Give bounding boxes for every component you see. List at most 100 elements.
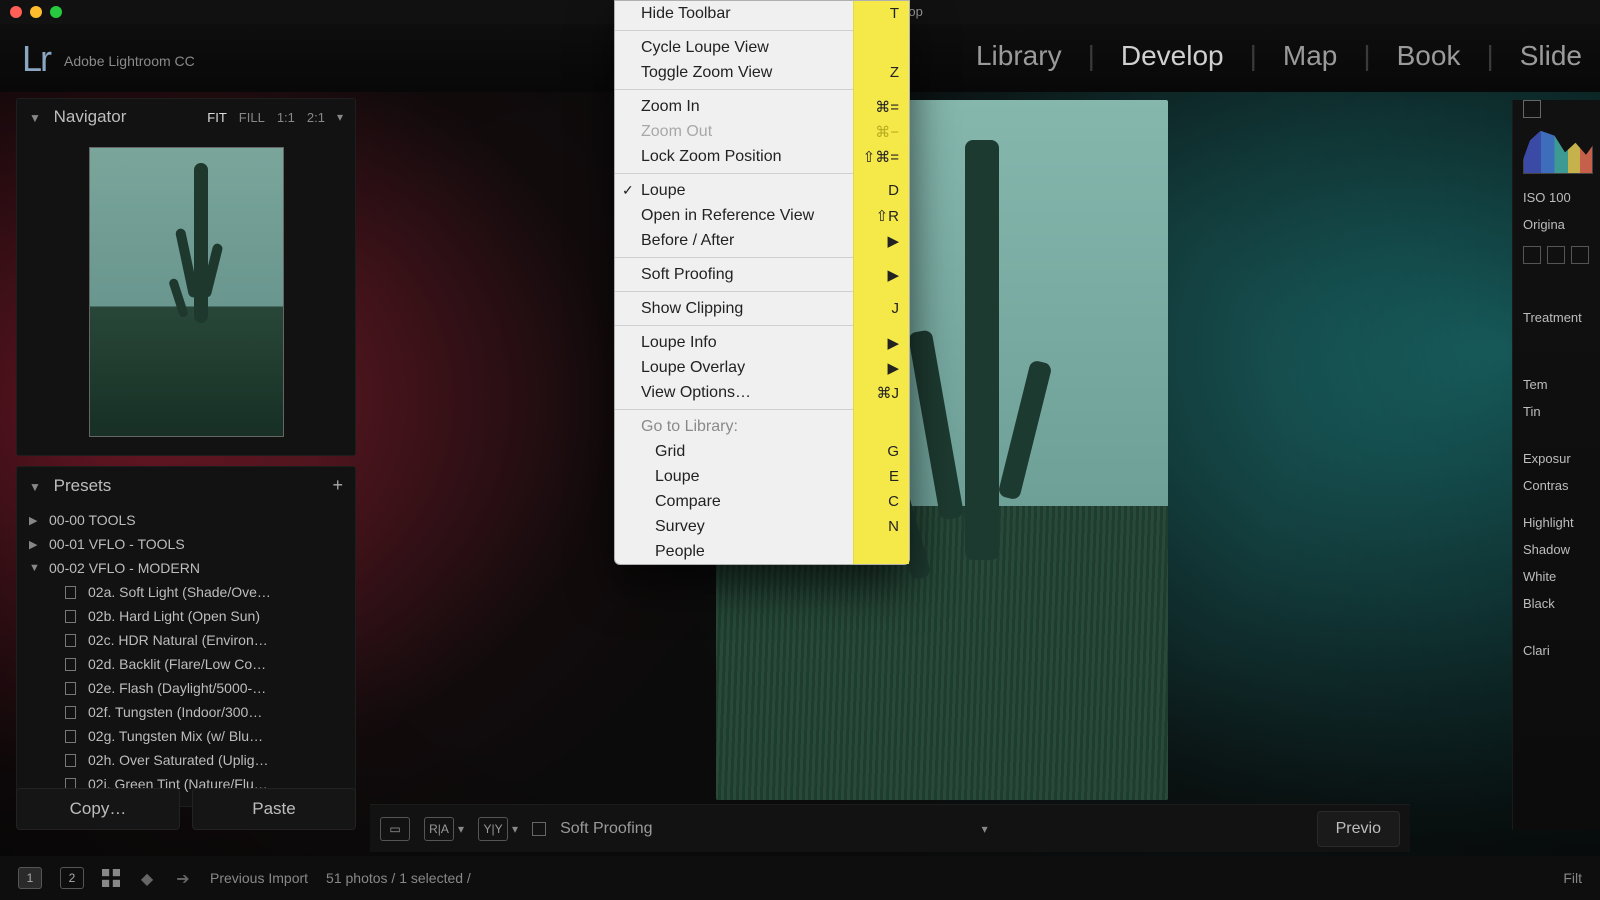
submenu-arrow-icon: ▶ [887,232,899,250]
navigator-label: Navigator [54,107,127,126]
go-forward-icon[interactable]: ➔ [174,869,192,887]
disclosure-triangle-icon[interactable]: ▼ [29,111,41,125]
preset-folder[interactable]: ▶00-00 TOOLS [23,508,349,532]
menu-item[interactable]: Loupe Overlay▶ [615,355,909,380]
preset-page-icon [65,682,76,695]
zoom-fill[interactable]: FILL [239,110,265,125]
disclosure-triangle-icon[interactable]: ▼ [29,480,41,494]
preset-folder[interactable]: ▶00-01 VFLO - TOOLS [23,532,349,556]
menu-item[interactable]: Zoom In⌘= [615,94,909,119]
zoom-fit[interactable]: FIT [207,110,227,125]
brand: Lr Adobe Lightroom CC [22,38,195,80]
menu-item[interactable]: CompareC [615,489,909,514]
module-separator: | [1363,40,1370,72]
menu-item[interactable]: GridG [615,439,909,464]
filmstrip-source[interactable]: Previous Import [210,870,308,886]
filmstrip-count: 51 photos / 1 selected / [326,870,471,886]
soft-proofing-checkbox[interactable] [532,822,546,836]
preset-item[interactable]: 02b. Hard Light (Open Sun) [23,604,349,628]
crop-tool-icon[interactable] [1523,246,1541,264]
preset-page-icon [65,706,76,719]
menu-item[interactable]: Cycle Loupe View [615,35,909,60]
menu-item[interactable]: Lock Zoom Position⇧⌘= [615,144,909,169]
go-back-icon[interactable]: ◆ [138,869,156,887]
preset-item[interactable]: 02d. Backlit (Flare/Low Co… [23,652,349,676]
module-tab-book[interactable]: Book [1397,40,1461,72]
navigator-panel: ▼ Navigator FIT FILL 1:1 2:1 ▾ [16,98,356,456]
previous-button[interactable]: Previo [1317,811,1400,847]
develop-toolbar: ▭ R|A ▾ Y|Y ▾ Soft Proofing ▾ Previo [370,804,1410,852]
clarity-slider-label[interactable]: Clari [1523,637,1600,664]
menu-item[interactable]: View Options…⌘J [615,380,909,405]
shadows-slider-label[interactable]: Shadow [1523,536,1600,563]
menu-item[interactable]: Soft Proofing▶ [615,262,909,287]
preset-item[interactable]: 02f. Tungsten (Indoor/300… [23,700,349,724]
preset-item[interactable]: 02g. Tungsten Mix (w/ Blu… [23,724,349,748]
module-tabs: Library|Develop|Map|Book|Slide [976,40,1582,72]
preset-item[interactable]: 02a. Soft Light (Shade/Ove… [23,580,349,604]
histogram[interactable] [1523,126,1593,174]
module-separator: | [1486,40,1493,72]
loupe-view-icon[interactable]: ▭ [380,817,410,841]
preset-page-icon [65,634,76,647]
before-after-lr-icon[interactable]: R|A [424,817,454,841]
navigator-title[interactable]: ▼ Navigator [29,107,126,127]
module-tab-slide[interactable]: Slide [1520,40,1582,72]
exposure-slider-label[interactable]: Exposur [1523,445,1600,472]
monitor-2-button[interactable]: 2 [60,867,84,889]
before-after-yy-icon[interactable]: Y|Y [478,817,508,841]
presets-title[interactable]: ▼ Presets [29,476,111,496]
menu-item[interactable]: Show ClippingJ [615,296,909,321]
menu-item[interactable]: People [615,539,909,564]
histogram-clipping-indicator-left-icon[interactable] [1523,100,1541,118]
menu-item[interactable]: Loupe Info▶ [615,330,909,355]
navigator-zoom-levels: FIT FILL 1:1 2:1 ▾ [207,110,343,125]
filmstrip-filter-label[interactable]: Filt [1563,870,1582,886]
yy-caret-icon[interactable]: ▾ [512,822,518,836]
folder-caret-icon: ▶ [29,514,39,527]
preset-item[interactable]: 02e. Flash (Daylight/5000-… [23,676,349,700]
menu-item[interactable]: Before / After▶ [615,228,909,253]
preset-folder[interactable]: ▼00-02 VFLO - MODERN [23,556,349,580]
menu-item[interactable]: Open in Reference View⇧R [615,203,909,228]
filmstrip-header: 1 2 ◆ ➔ Previous Import 51 photos / 1 se… [0,856,1600,900]
before-after-caret-icon[interactable]: ▾ [458,822,464,836]
redeye-tool-icon[interactable] [1571,246,1589,264]
preset-item[interactable]: 02c. HDR Natural (Environ… [23,628,349,652]
toolbar-overflow-caret-icon[interactable]: ▾ [982,822,988,836]
contrast-slider-label[interactable]: Contras [1523,472,1600,499]
menu-item[interactable]: Toggle Zoom ViewZ [615,60,909,85]
spot-tool-icon[interactable] [1547,246,1565,264]
right-panel-group: ISO 100 Origina Treatment Tem Tin Exposu… [1512,100,1600,830]
module-tab-library[interactable]: Library [976,40,1062,72]
preset-page-icon [65,730,76,743]
grid-icon[interactable] [102,869,120,887]
navigator-thumbnail[interactable] [89,147,284,437]
tint-slider-label[interactable]: Tin [1523,398,1600,425]
temp-slider-label[interactable]: Tem [1523,371,1600,398]
module-tab-develop[interactable]: Develop [1121,40,1224,72]
menu-item[interactable]: LoupeE [615,464,909,489]
preset-page-icon [65,610,76,623]
iso-readout: ISO 100 [1523,184,1600,211]
zoom-caret-icon[interactable]: ▾ [337,110,343,125]
blacks-slider-label[interactable]: Black [1523,590,1600,617]
monitor-1-button[interactable]: 1 [18,867,42,889]
menu-item[interactable]: SurveyN [615,514,909,539]
menu-item[interactable]: ✓LoupeD [615,178,909,203]
view-menu-dropdown: Hide ToolbarT Cycle Loupe ViewToggle Zoom… [614,0,910,565]
highlights-slider-label[interactable]: Highlight [1523,509,1600,536]
add-preset-button[interactable]: + [332,475,343,496]
menu-item[interactable]: Hide ToolbarT [615,1,909,26]
zoom-2-1[interactable]: 2:1 [307,110,325,125]
folder-caret-icon: ▶ [29,538,39,551]
preset-item[interactable]: 02h. Over Saturated (Uplig… [23,748,349,772]
original-checkbox-label[interactable]: Origina [1523,211,1600,238]
whites-slider-label[interactable]: White [1523,563,1600,590]
zoom-1-1[interactable]: 1:1 [277,110,295,125]
checkmark-icon: ✓ [622,182,634,199]
paste-button[interactable]: Paste [192,788,356,830]
copy-button[interactable]: Copy… [16,788,180,830]
module-tab-map[interactable]: Map [1283,40,1337,72]
treatment-section-title[interactable]: Treatment [1523,304,1600,331]
